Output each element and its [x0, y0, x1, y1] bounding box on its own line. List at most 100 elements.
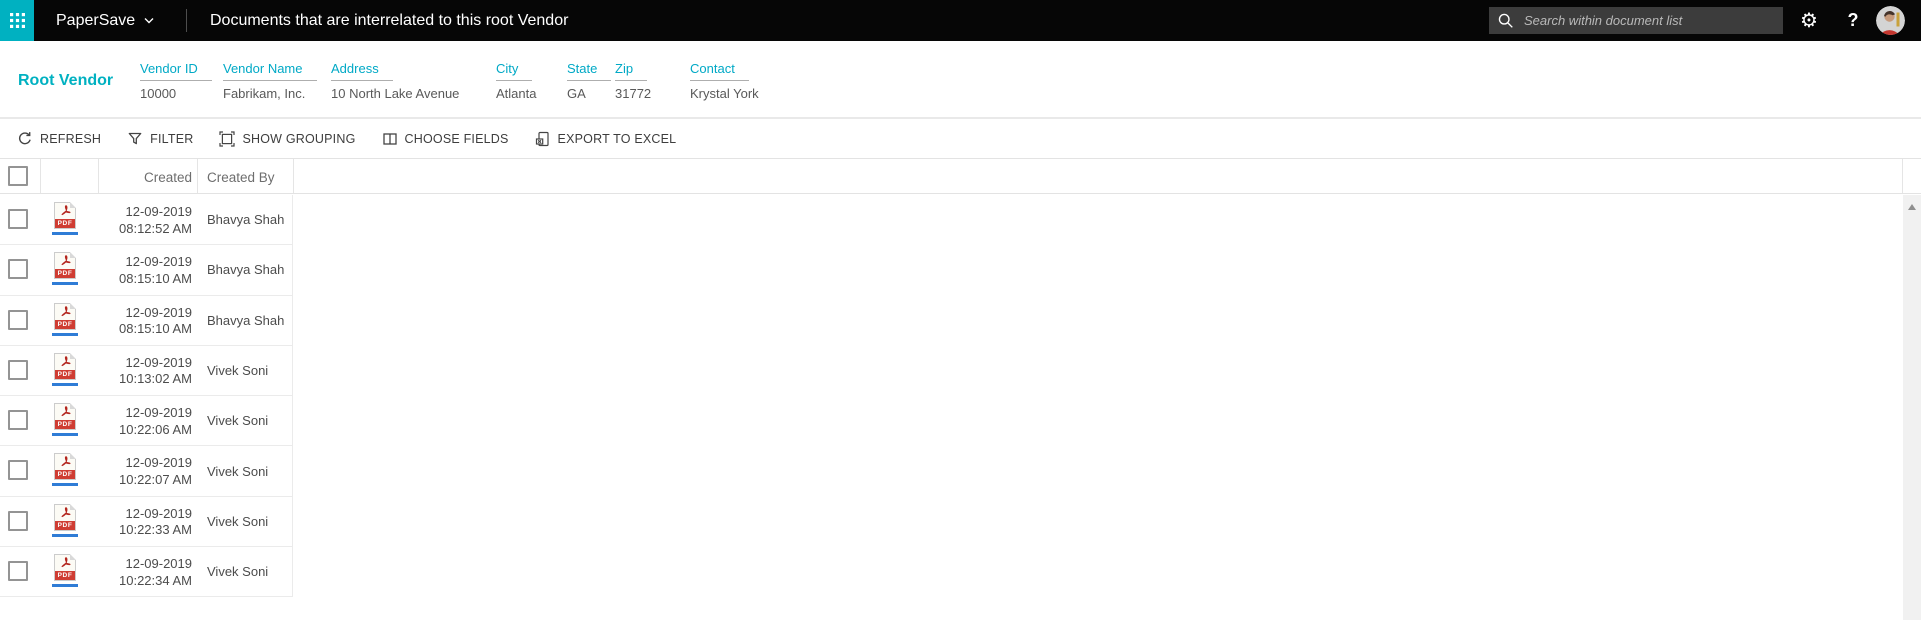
vendor-field-label: State: [567, 61, 612, 81]
pdf-document-icon[interactable]: PDF: [52, 252, 78, 286]
table-row: PDF 12-09-2019 10:22:34 AM Vivek Soni: [0, 547, 293, 598]
app-menu-button[interactable]: PaperSave: [56, 0, 154, 41]
vendor-fields: Vendor ID 10000 Vendor Name Fabrikam, In…: [140, 60, 820, 101]
acrobat-swirl-icon: [61, 205, 71, 216]
vendor-field-label: Address: [331, 61, 393, 81]
vendor-field-value: Krystal York: [690, 86, 759, 101]
created-time: 08:12:52 AM: [119, 220, 192, 236]
row-checkbox[interactable]: [8, 460, 28, 481]
link-underline: [52, 533, 78, 537]
created-date: 12-09-2019: [125, 204, 193, 219]
created-by-cell: Bhavya Shah: [207, 312, 285, 328]
list-toolbar: REFRESH FILTER SHOW GROUPING CHOOSE FIEL…: [0, 119, 1921, 158]
vendor-field-value: GA: [567, 86, 586, 101]
created-by-cell: Bhavya Shah: [207, 262, 285, 278]
pdf-document-icon[interactable]: PDF: [52, 554, 78, 588]
refresh-icon: [18, 131, 31, 144]
pdf-document-icon[interactable]: PDF: [52, 352, 78, 387]
created-by-cell: Vivek Soni: [207, 463, 269, 479]
vendor-field: Vendor ID 10000: [140, 60, 223, 101]
user-avatar[interactable]: [1876, 6, 1905, 35]
pdf-page-icon: PDF: [54, 453, 76, 481]
row-checkbox[interactable]: [8, 561, 28, 582]
refresh-button[interactable]: REFRESH: [17, 131, 101, 147]
created-cell: 12-09-2019 08:12:52 AM: [88, 204, 192, 237]
pdf-badge-label: PDF: [55, 520, 75, 530]
created-time: 08:15:10 AM: [119, 270, 192, 286]
column-divider: [40, 159, 41, 193]
created-time: 10:22:34 AM: [119, 572, 192, 588]
pdf-document-icon[interactable]: PDF: [52, 202, 78, 236]
row-checkbox[interactable]: [8, 209, 28, 229]
vendor-field-value: Fabrikam, Inc.: [223, 86, 306, 101]
table-header: Created Created By: [0, 158, 1921, 194]
column-header-created[interactable]: Created: [98, 159, 192, 195]
pdf-page-icon: PDF: [54, 403, 76, 431]
vendor-field-value: 10 North Lake Avenue: [331, 86, 460, 101]
filter-label: FILTER: [150, 131, 194, 146]
column-divider: [293, 159, 294, 193]
app-launcher-button[interactable]: [0, 0, 34, 41]
settings-gear-icon[interactable]: ⚙: [1795, 0, 1823, 41]
search-icon: [1498, 13, 1513, 28]
row-checkbox[interactable]: [8, 359, 28, 380]
created-date: 12-09-2019: [125, 455, 193, 471]
created-cell: 12-09-2019 10:22:33 AM: [88, 506, 192, 539]
row-checkbox[interactable]: [8, 510, 28, 531]
vendor-field: Zip 31772: [615, 60, 690, 101]
created-time: 10:22:06 AM: [119, 421, 192, 437]
vendor-field-label: City: [496, 61, 533, 81]
export-to-excel-label: EXPORT TO EXCEL: [557, 131, 677, 146]
choose-fields-label: CHOOSE FIELDS: [404, 131, 509, 146]
pdf-page-icon: PDF: [54, 352, 76, 380]
table-row: PDF 12-09-2019 10:22:06 AM Vivek Soni: [0, 396, 293, 447]
pdf-badge-label: PDF: [55, 571, 75, 581]
show-grouping-button[interactable]: SHOW GROUPING: [219, 130, 355, 147]
column-header-created-by[interactable]: Created By: [207, 159, 275, 195]
select-all-checkbox[interactable]: [8, 166, 28, 186]
filter-icon: [128, 132, 142, 144]
table-row: PDF 12-09-2019 08:15:10 AM Bhavya Shah: [0, 295, 293, 346]
pdf-document-icon[interactable]: PDF: [52, 503, 78, 538]
search-input[interactable]: [1522, 12, 1775, 29]
acrobat-swirl-icon: [61, 305, 71, 316]
help-icon[interactable]: ?: [1841, 0, 1865, 41]
link-underline: [52, 584, 78, 588]
vendor-field: Contact Krystal York: [690, 60, 820, 101]
vendor-field-value: 10000: [140, 86, 177, 101]
document-list: PDF 12-09-2019 08:12:52 AM Bhavya Shah P…: [0, 195, 294, 598]
table-row: PDF 12-09-2019 10:22:07 AM Vivek Soni: [0, 446, 293, 497]
created-by-cell: Vivek Soni: [207, 413, 269, 429]
created-cell: 12-09-2019 10:13:02 AM: [88, 355, 192, 388]
created-cell: 12-09-2019 10:22:34 AM: [88, 556, 192, 589]
scroll-up-arrow-icon[interactable]: [1907, 204, 1916, 210]
excel-icon: [535, 131, 549, 146]
root-vendor-panel: Root Vendor Vendor ID 10000 Vendor Name …: [0, 41, 1921, 119]
column-divider: [197, 159, 198, 193]
created-time: 10:22:33 AM: [119, 522, 192, 538]
vertical-scrollbar[interactable]: [1903, 195, 1921, 620]
vendor-field: City Atlanta: [496, 60, 567, 101]
vendor-field: State GA: [567, 60, 615, 101]
choose-fields-button[interactable]: CHOOSE FIELDS: [382, 131, 509, 147]
pdf-document-icon[interactable]: PDF: [52, 403, 78, 437]
avatar-photo-icon: [1876, 6, 1905, 35]
row-checkbox[interactable]: [8, 410, 28, 431]
filter-button[interactable]: FILTER: [127, 131, 193, 147]
pdf-badge-label: PDF: [55, 319, 75, 329]
created-time: 10:13:02 AM: [119, 371, 192, 387]
created-by-cell: Vivek Soni: [207, 363, 269, 379]
row-checkbox[interactable]: [8, 309, 28, 330]
pdf-document-icon[interactable]: PDF: [52, 453, 78, 487]
table-row: PDF 12-09-2019 10:13:02 AM Vivek Soni: [0, 345, 293, 397]
row-checkbox[interactable]: [8, 259, 28, 280]
pdf-badge-label: PDF: [55, 470, 75, 480]
export-to-excel-button[interactable]: EXPORT TO EXCEL: [535, 131, 677, 147]
created-date: 12-09-2019: [125, 354, 193, 370]
pdf-document-icon[interactable]: PDF: [52, 302, 78, 337]
created-cell: 12-09-2019 08:15:10 AM: [88, 254, 192, 287]
pdf-badge-label: PDF: [55, 219, 75, 228]
created-cell: 12-09-2019 10:22:06 AM: [88, 405, 192, 438]
created-by-cell: Vivek Soni: [207, 564, 269, 580]
root-vendor-title: Root Vendor: [18, 72, 114, 89]
